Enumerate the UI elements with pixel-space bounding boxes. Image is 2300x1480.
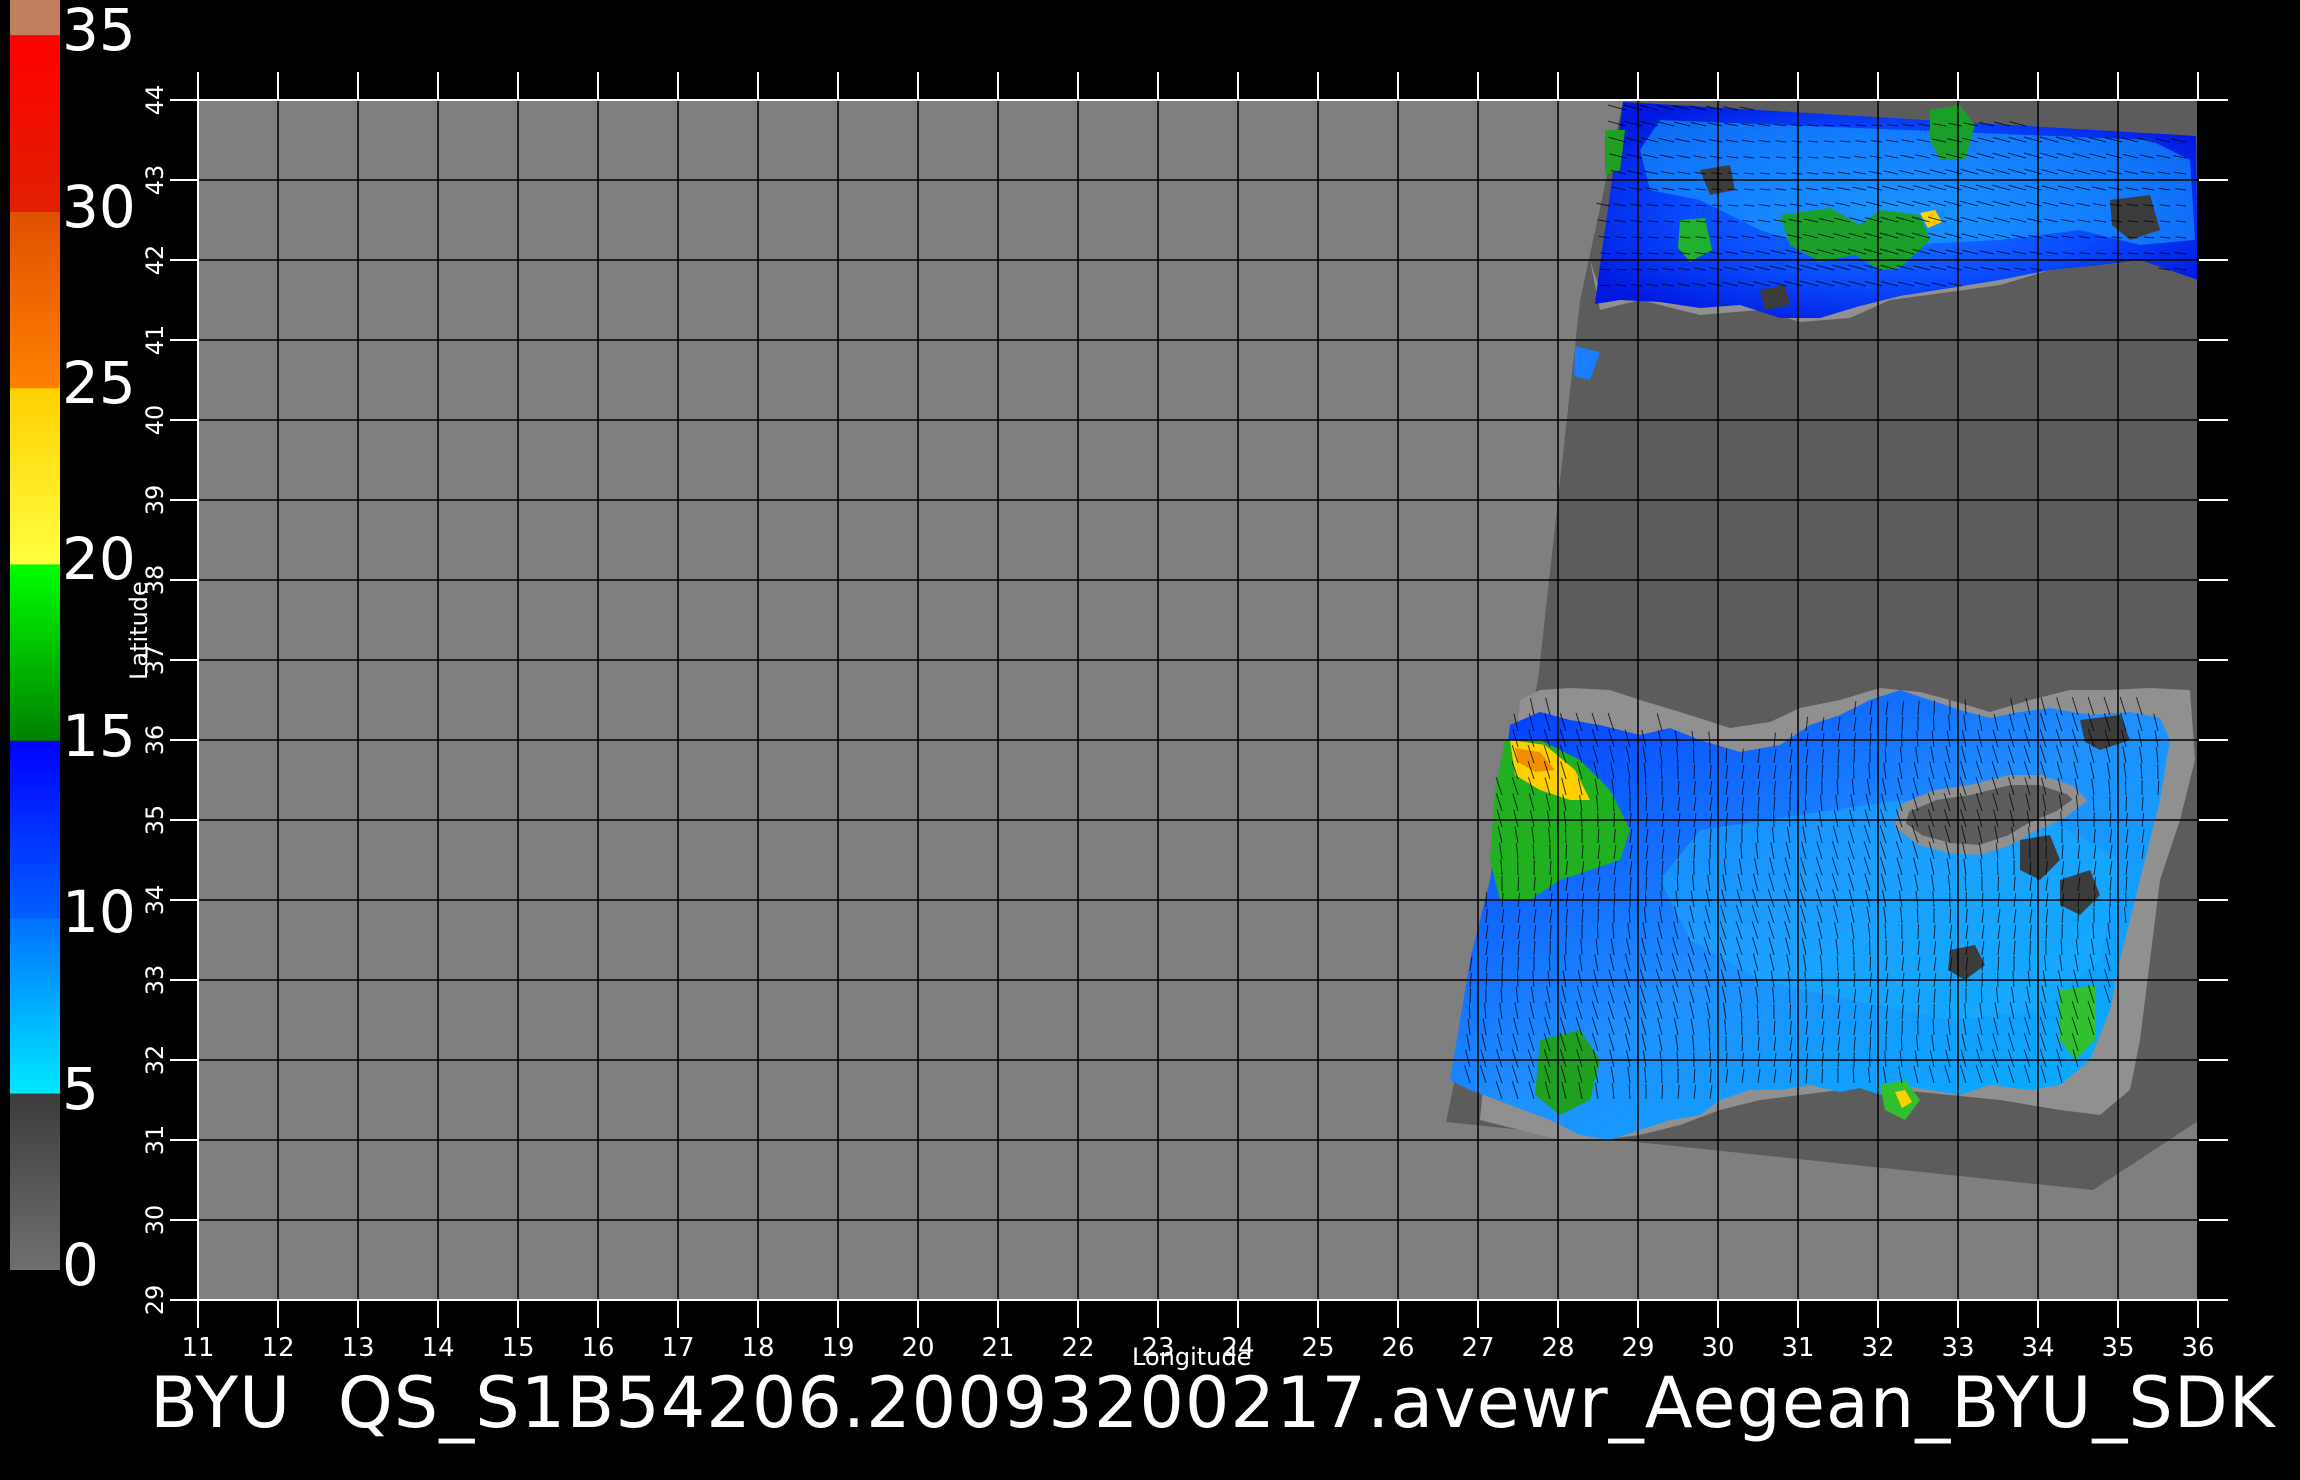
x-tick-label: 20 (901, 1333, 934, 1363)
x-tick-label: 21 (981, 1333, 1014, 1363)
wind-vector (1789, 1004, 1792, 1020)
colorbar-band (10, 35, 60, 212)
x-tick-label: 13 (341, 1333, 374, 1363)
y-tick-label: 44 (141, 85, 169, 116)
wind-vector (1853, 748, 1856, 764)
colorbar-band (10, 740, 60, 918)
wind-vector (2124, 779, 2127, 796)
wind-vector (1724, 843, 1727, 860)
x-tick-label: 19 (821, 1333, 854, 1363)
wind-vector (1869, 956, 1872, 972)
y-axis-label: Latitude (125, 581, 153, 680)
wind-vector (1852, 763, 1855, 780)
wind-vector (1468, 1003, 1471, 1020)
y-tick-label: 35 (141, 805, 169, 836)
x-tick-label: 22 (1061, 1333, 1094, 1363)
x-tick-label: 15 (501, 1333, 534, 1363)
wind-vector (1596, 923, 1599, 940)
x-tick-label: 31 (1781, 1333, 1814, 1363)
x-tick-label: 35 (2101, 1333, 2134, 1363)
y-tick-label: 41 (141, 325, 169, 356)
colorbar-band (10, 917, 60, 1094)
colorbar-band (10, 211, 60, 389)
x-tick-label: 34 (2021, 1333, 2054, 1363)
x-tick-label: 18 (741, 1333, 774, 1363)
colorbar-band (10, 1093, 60, 1270)
x-tick-label: 16 (581, 1333, 614, 1363)
wind-vector (1997, 876, 2000, 892)
colorbar-label: 35 (62, 0, 136, 65)
x-tick-label: 36 (2181, 1333, 2214, 1363)
x-tick-label: 14 (421, 1333, 454, 1363)
y-tick-label: 31 (141, 1125, 169, 1156)
colorbar-label: 0 (62, 1231, 99, 1299)
wind-vector (1804, 795, 1807, 812)
colorbar-label: 5 (62, 1054, 99, 1123)
x-tick-label: 11 (181, 1333, 214, 1363)
wind-vector (1661, 1084, 1664, 1100)
wind-vector (1996, 859, 1999, 876)
x-tick-label: 17 (661, 1333, 694, 1363)
wind-vector (1932, 715, 1935, 732)
y-tick-label: 36 (141, 725, 169, 756)
x-tick-label: 33 (1941, 1333, 1974, 1363)
x-tick-label: 28 (1541, 1333, 1574, 1363)
wind-vector (1645, 876, 1648, 892)
map-title: BYU QS_S1B54206.20093200217.avewr_Aegean… (150, 1362, 2276, 1444)
y-tick-label: 39 (141, 485, 169, 516)
y-tick-label: 29 (141, 1285, 169, 1316)
wind-vector (1692, 747, 1695, 764)
wind-vector (1564, 827, 1567, 844)
wind-map: 11 12 13 14 15 16 17 18 19 20 21 22 23 24 25 26 27 28 29 30… (10, 0, 2228, 1363)
wind-vector (2029, 940, 2032, 956)
wind-vector (1788, 987, 1791, 1004)
colorbar-label: 25 (62, 349, 136, 418)
wind-vector (1645, 796, 1648, 812)
wind-vector (1933, 700, 1936, 716)
wind-vector (1949, 988, 1952, 1004)
y-tick-label: 43 (141, 165, 169, 196)
y-tick-label: 40 (141, 405, 169, 436)
wind-vector (2077, 828, 2080, 844)
x-tick-label: 29 (1621, 1333, 1654, 1363)
colorbar-label: 30 (62, 172, 136, 241)
y-tick-label: 42 (141, 245, 169, 276)
x-tick-label: 27 (1461, 1333, 1494, 1363)
wind-vector (1517, 956, 1520, 972)
x-tick-label: 26 (1381, 1333, 1414, 1363)
wind-vector (1565, 844, 1568, 860)
wind-vector (1517, 876, 1520, 892)
y-tick-label: 30 (141, 1205, 169, 1236)
colorbar-band (10, 0, 60, 36)
x-tick-label: 25 (1301, 1333, 1334, 1363)
wind-vector (1868, 939, 1871, 956)
wind-vector (1693, 764, 1696, 780)
wind-vector (2028, 955, 2031, 972)
wind-vector (1948, 1003, 1951, 1020)
colorbar-label: 20 (62, 525, 136, 594)
y-tick-label: 34 (141, 885, 169, 916)
wind-vector (1660, 1067, 1663, 1084)
wind-vector (2125, 796, 2128, 812)
wind-vector (1597, 908, 1600, 924)
wind-vector (1741, 1036, 1744, 1052)
colorbar-label: 10 (62, 878, 136, 947)
wind-vector (1725, 828, 1728, 844)
x-tick-label: 30 (1701, 1333, 1734, 1363)
wind-vector (2077, 908, 2080, 924)
wind-vector (1869, 1036, 1872, 1052)
y-tick-label: 32 (141, 1045, 169, 1076)
colorbar-label: 15 (62, 701, 136, 770)
y-tick-label: 33 (141, 965, 169, 996)
x-tick-label: 32 (1861, 1333, 1894, 1363)
colorbar-band (10, 388, 60, 565)
colorbar-band (10, 564, 60, 741)
wind-vector (1821, 1068, 1824, 1084)
colorbar (10, 0, 60, 1270)
wind-vector (1916, 907, 1919, 924)
x-tick-label: 12 (261, 1333, 294, 1363)
